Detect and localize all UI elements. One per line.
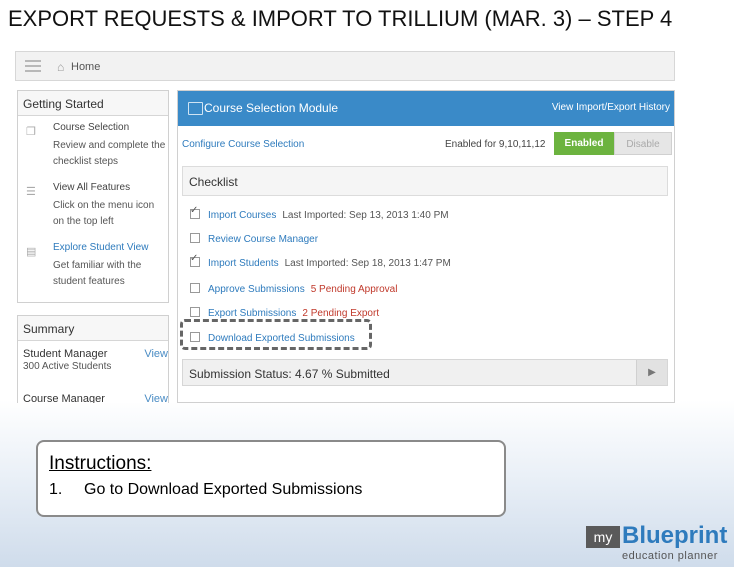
export-submissions-link[interactable]: Export Submissions — [208, 308, 296, 319]
getting-started-panel: Getting Started ❐ Course Selection Revie… — [17, 90, 169, 303]
checklist-item-approve-submissions: Approve Submissions 5 Pending Approval — [190, 283, 397, 295]
pending-approval-badge: 5 Pending Approval — [310, 284, 398, 295]
instructions-box: Instructions: 1. Go to Download Exported … — [36, 440, 506, 517]
logo-my-badge: my — [586, 526, 620, 548]
review-course-manager-link[interactable]: Review Course Manager — [208, 234, 318, 245]
getting-started-item-course-selection[interactable]: ❐ Course Selection Review and complete t… — [18, 122, 166, 177]
checkbox[interactable] — [190, 307, 200, 317]
module-title: Course Selection Module — [204, 101, 339, 115]
gs-item-desc: Get familiar with the student features — [53, 260, 142, 287]
summary-row-student-manager: Student Manager View 300 Active Students — [23, 348, 168, 372]
summary-panel: Summary Student Manager View 300 Active … — [17, 315, 169, 403]
submission-status-bar[interactable]: Submission Status: 4.67 % Submitted ▶ — [182, 359, 668, 386]
logo-tagline: education planner — [622, 550, 718, 562]
instruction-step: 1. Go to Download Exported Submissions — [49, 481, 362, 499]
gs-item-title: View All Features — [53, 182, 131, 193]
checkbox[interactable] — [190, 253, 200, 267]
checklist-item-note: Last Imported: Sep 13, 2013 1:40 PM — [282, 210, 449, 221]
checklist-item-review-course-manager: Review Course Manager — [190, 233, 318, 245]
checklist-item-note: Last Imported: Sep 18, 2013 1:47 PM — [284, 258, 451, 269]
getting-started-item-view-all-features[interactable]: ☰ View All Features Click on the menu ic… — [18, 182, 166, 237]
summary-row-sub: 300 Active Students — [23, 361, 112, 372]
gs-item-title: Course Selection — [53, 122, 130, 133]
top-navigation-bar: ⌂ Home — [15, 51, 675, 81]
approve-submissions-link[interactable]: Approve Submissions — [208, 284, 305, 295]
configure-course-selection-link[interactable]: Configure Course Selection — [182, 139, 304, 150]
menu-list-icon: ☰ — [26, 186, 36, 198]
summary-row-course-manager: Course Manager View — [23, 393, 168, 403]
gs-item-desc: Review and complete the checklist steps — [53, 140, 166, 167]
pending-export-badge: 2 Pending Export — [302, 308, 380, 319]
explore-student-view-link[interactable]: Explore Student View — [53, 242, 148, 253]
app-screenshot: ⌂ Home Getting Started ❐ Course Selectio… — [15, 51, 680, 403]
getting-started-item-explore-student-view[interactable]: ▤ Explore Student View Get familiar with… — [18, 242, 166, 297]
import-courses-link[interactable]: Import Courses — [208, 210, 276, 221]
module-header: Course Selection Module View Import/Expo… — [178, 91, 674, 126]
chevron-right-icon[interactable]: ▶ — [636, 360, 667, 385]
enabled-button[interactable]: Enabled — [554, 132, 614, 155]
hamburger-menu-icon[interactable] — [25, 60, 41, 74]
checklist-item-import-students: Import Students Last Imported: Sep 18, 20… — [190, 253, 451, 269]
step-text: Go to Download Exported Submissions — [84, 481, 363, 498]
module-icon — [188, 102, 203, 115]
checklist-item-import-courses: Import Courses Last Imported: Sep 13, 201… — [190, 205, 449, 221]
getting-started-heading: Getting Started — [18, 91, 168, 116]
home-icon[interactable]: ⌂ — [57, 60, 64, 74]
id-card-icon: ▤ — [26, 246, 37, 258]
course-selection-module-card: Course Selection Module View Import/Expo… — [177, 90, 675, 403]
checkbox[interactable] — [190, 205, 200, 219]
instructions-title: Instructions: — [49, 453, 152, 474]
checkbox[interactable] — [190, 233, 200, 243]
enabled-for-text: Enabled for 9,10,11,12 — [445, 139, 546, 150]
highlight-annotation — [180, 319, 372, 350]
documents-icon: ❐ — [26, 126, 36, 138]
view-history-link[interactable]: View Import/Export History — [552, 102, 670, 113]
gs-item-desc: Click on the menu icon on the top left — [53, 200, 155, 227]
home-link[interactable]: Home — [71, 61, 100, 73]
course-manager-view-link[interactable]: View — [144, 393, 168, 403]
step-number: 1. — [49, 481, 63, 498]
student-manager-view-link[interactable]: View — [144, 348, 168, 360]
checkbox[interactable] — [190, 283, 200, 293]
disable-button[interactable]: Disable — [614, 132, 672, 155]
slide-title: EXPORT REQUESTS & IMPORT TO TRILLIUM (MA… — [8, 6, 673, 31]
checklist-heading: Checklist — [182, 166, 668, 196]
submission-status-text: Submission Status: 4.67 % Submitted — [189, 367, 390, 381]
import-students-link[interactable]: Import Students — [208, 258, 279, 269]
logo-brand: Blueprint — [622, 522, 728, 549]
summary-heading: Summary — [18, 316, 168, 341]
checklist-item-export-submissions: Export Submissions 2 Pending Export — [190, 307, 379, 319]
